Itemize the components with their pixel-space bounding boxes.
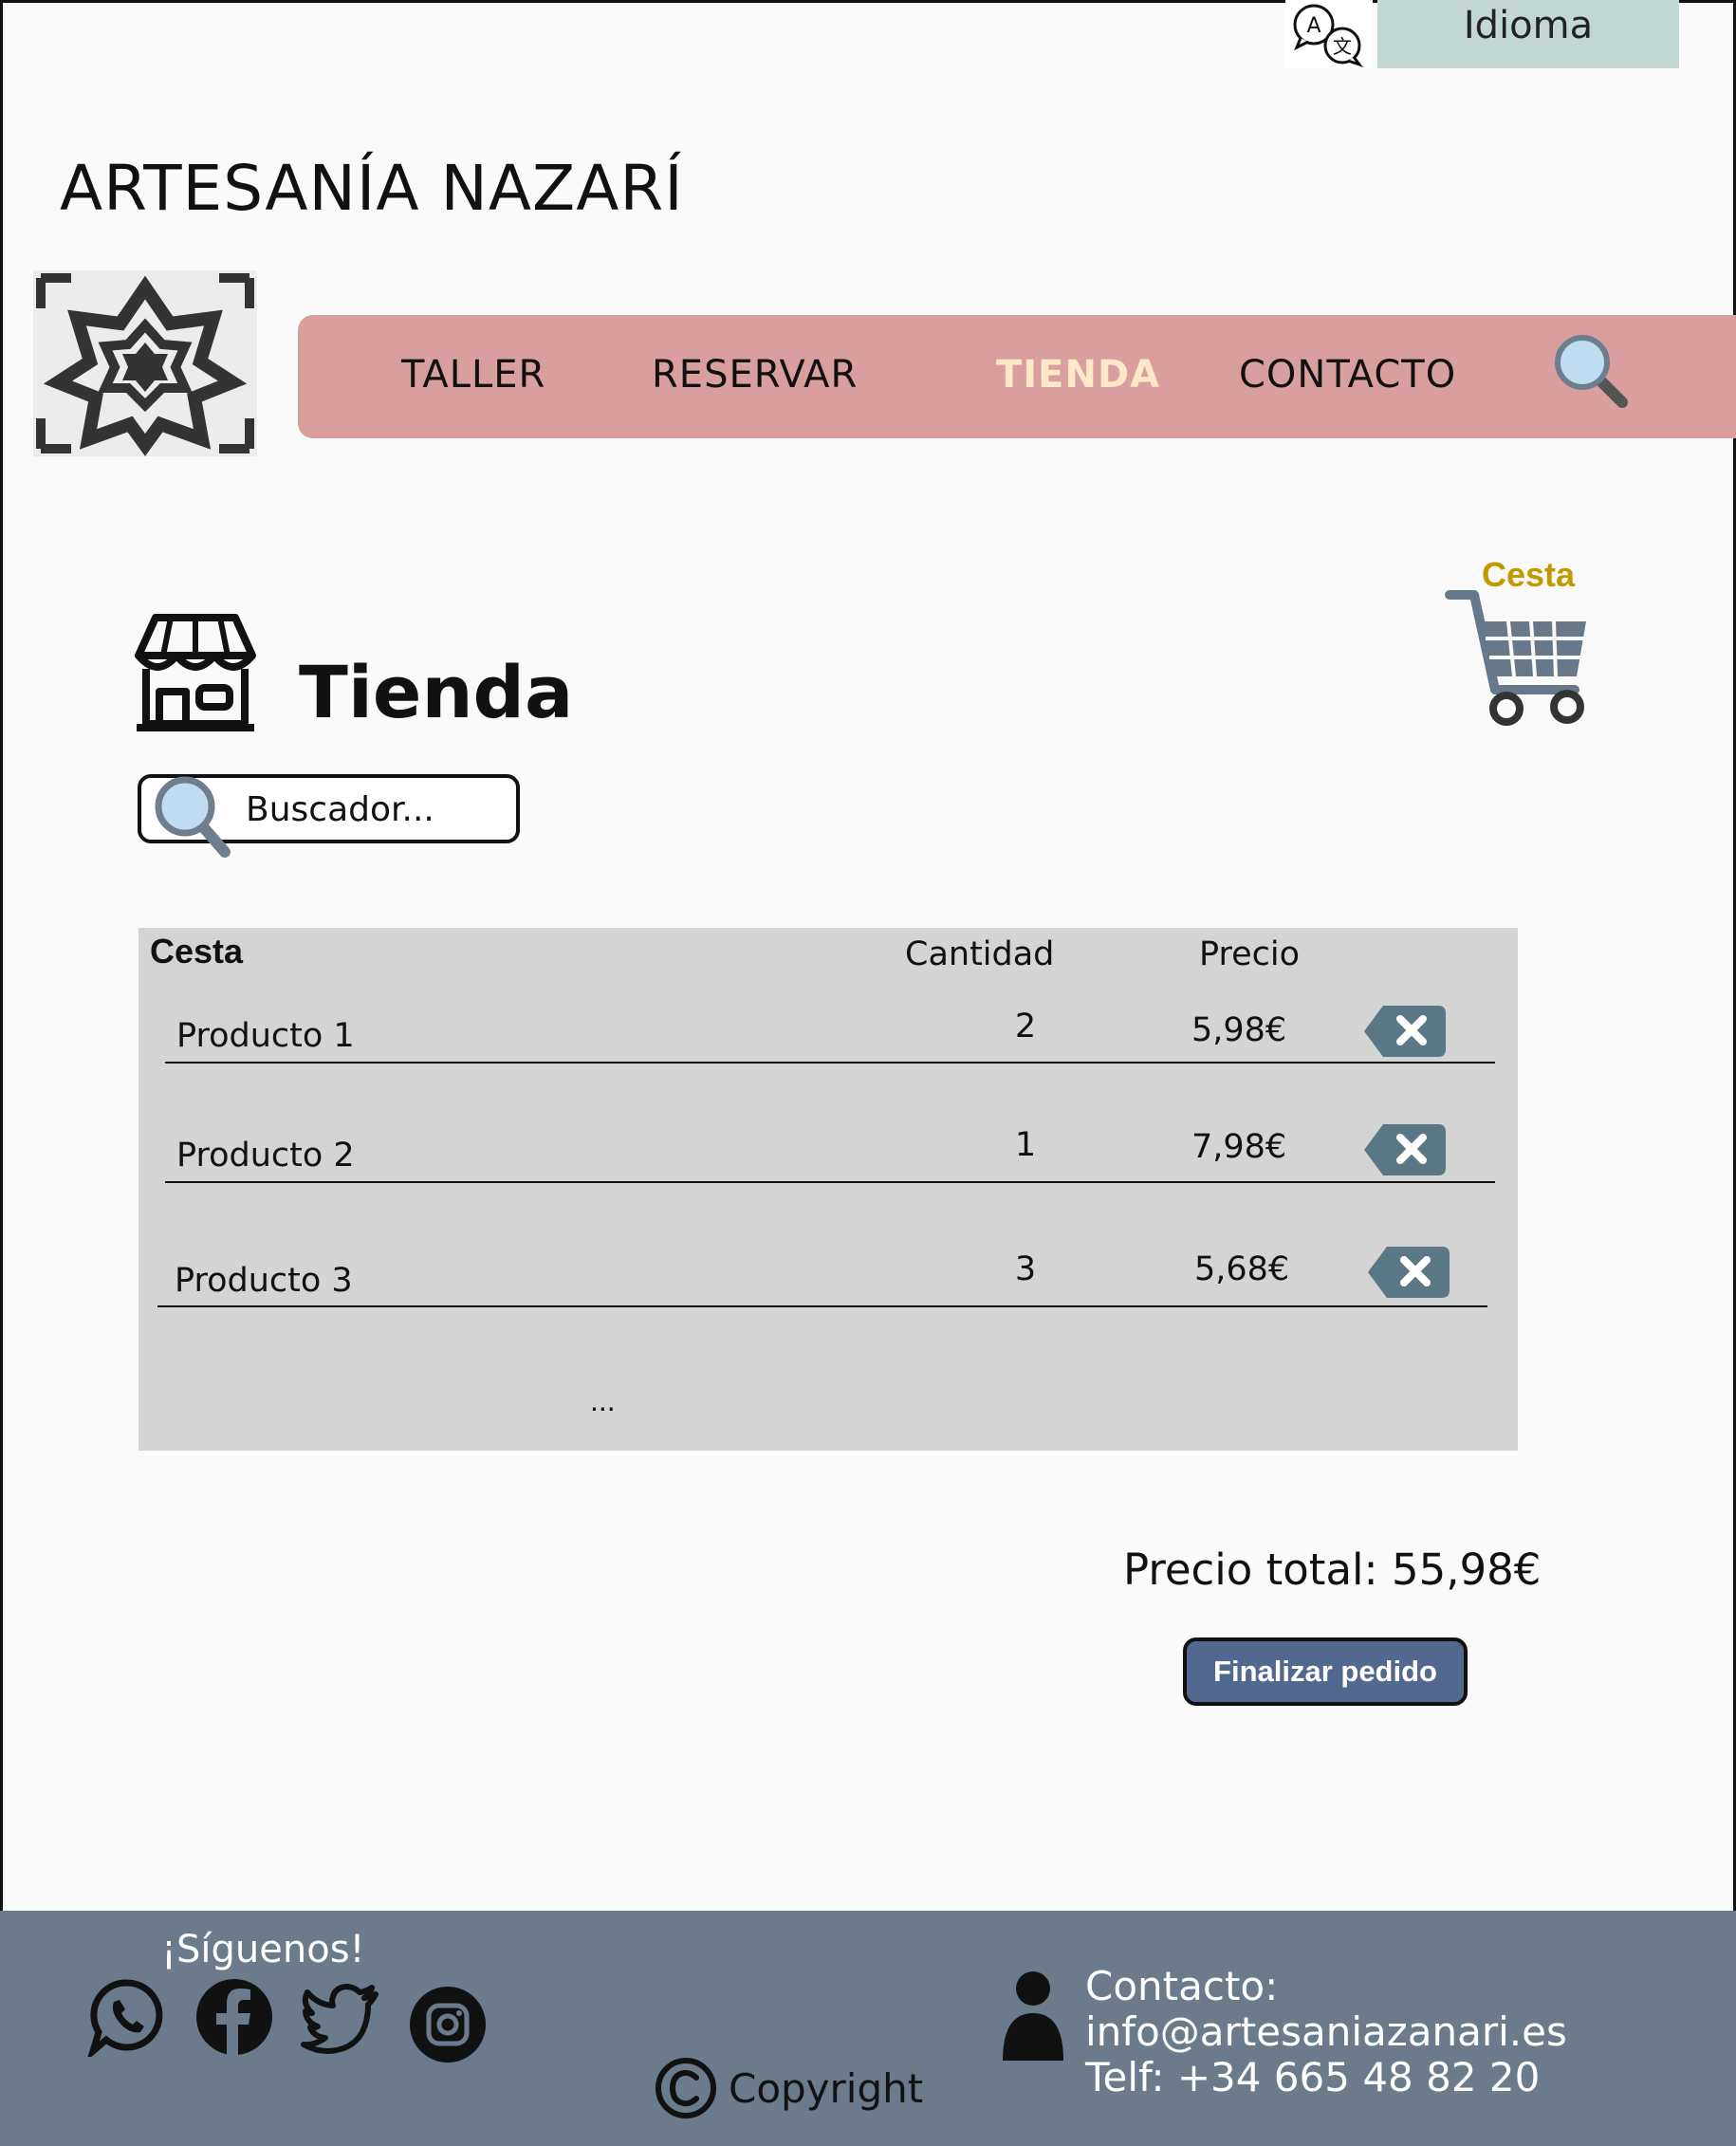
product-quantity: 1 [1014, 1126, 1037, 1164]
footer: ¡Síguenos! Copyright Contacto: info@arte… [0, 1911, 1736, 2146]
product-name: Producto 1 [176, 1017, 355, 1055]
page-title: Tienda [299, 650, 574, 734]
copyright-label: Copyright [729, 2064, 924, 2112]
copyright-icon [656, 2058, 716, 2118]
nav-item-reservar[interactable]: RESERVAR [652, 353, 858, 397]
nav-item-contacto[interactable]: CONTACTO [1239, 353, 1456, 397]
more-items-indicator: ... [590, 1383, 616, 1417]
product-search [138, 774, 520, 858]
contact-info: Contacto: info@artesaniazanari.es Telf: … [1085, 1964, 1736, 2100]
table-row: Producto 3 3 5,68€ [139, 1247, 1518, 1345]
contact-email[interactable]: Contacto: info@artesaniazanari.es [1085, 1964, 1736, 2055]
product-name: Producto 2 [176, 1137, 355, 1175]
nav-item-taller[interactable]: TALLER [401, 353, 545, 397]
basket-table: Cesta Cantidad Precio Producto 1 2 5,98€… [139, 928, 1518, 1451]
translate-icon[interactable]: A 文 [1285, 0, 1373, 68]
remove-item-icon[interactable] [1362, 1004, 1448, 1059]
twitter-icon[interactable] [300, 1977, 379, 2057]
logo-tile-icon[interactable] [33, 270, 257, 456]
search-icon[interactable] [1550, 330, 1632, 412]
nav-item-tienda[interactable]: TIENDA [996, 353, 1160, 397]
svg-text:A: A [1306, 14, 1320, 38]
remove-item-icon[interactable] [1366, 1245, 1451, 1300]
product-price: 5,68€ [1194, 1250, 1290, 1288]
store-icon [133, 612, 258, 732]
whatsapp-icon[interactable] [86, 1977, 167, 2062]
price-header: Precio [1199, 935, 1301, 973]
row-divider [165, 1181, 1495, 1183]
product-quantity: 2 [1014, 1008, 1037, 1045]
product-quantity: 3 [1014, 1250, 1037, 1288]
main-nav: TALLER RESERVAR TIENDA CONTACTO [298, 315, 1736, 438]
quantity-header: Cantidad [905, 935, 1055, 973]
finish-order-button[interactable]: Finalizar pedido [1183, 1637, 1468, 1706]
person-icon [1001, 1970, 1065, 2063]
total-price: Precio total: 55,98€ [1123, 1545, 1542, 1595]
table-row: Producto 1 2 5,98€ [139, 1004, 1518, 1099]
basket-title: Cesta [150, 932, 244, 971]
instagram-icon[interactable] [408, 1985, 488, 2064]
product-price: 5,98€ [1191, 1011, 1287, 1049]
search-input[interactable] [246, 786, 502, 833]
follow-us-label: ¡Síguenos! [161, 1928, 365, 1971]
facebook-icon[interactable] [194, 1977, 274, 2057]
shopping-cart-icon[interactable] [1442, 583, 1594, 731]
contact-phone[interactable]: Telf: +34 665 48 82 20 [1085, 2055, 1736, 2100]
table-row: Producto 2 1 7,98€ [139, 1122, 1518, 1217]
svg-text:文: 文 [1333, 35, 1352, 58]
search-icon [151, 770, 236, 865]
remove-item-icon[interactable] [1362, 1122, 1448, 1177]
copyright: Copyright [655, 2055, 923, 2121]
product-price: 7,98€ [1191, 1128, 1287, 1166]
row-divider [157, 1305, 1487, 1307]
site-title: ARTESANÍA NAZARÍ [60, 152, 684, 225]
product-name: Producto 3 [175, 1262, 353, 1300]
language-button[interactable]: Idioma [1377, 0, 1679, 68]
row-divider [165, 1062, 1495, 1064]
